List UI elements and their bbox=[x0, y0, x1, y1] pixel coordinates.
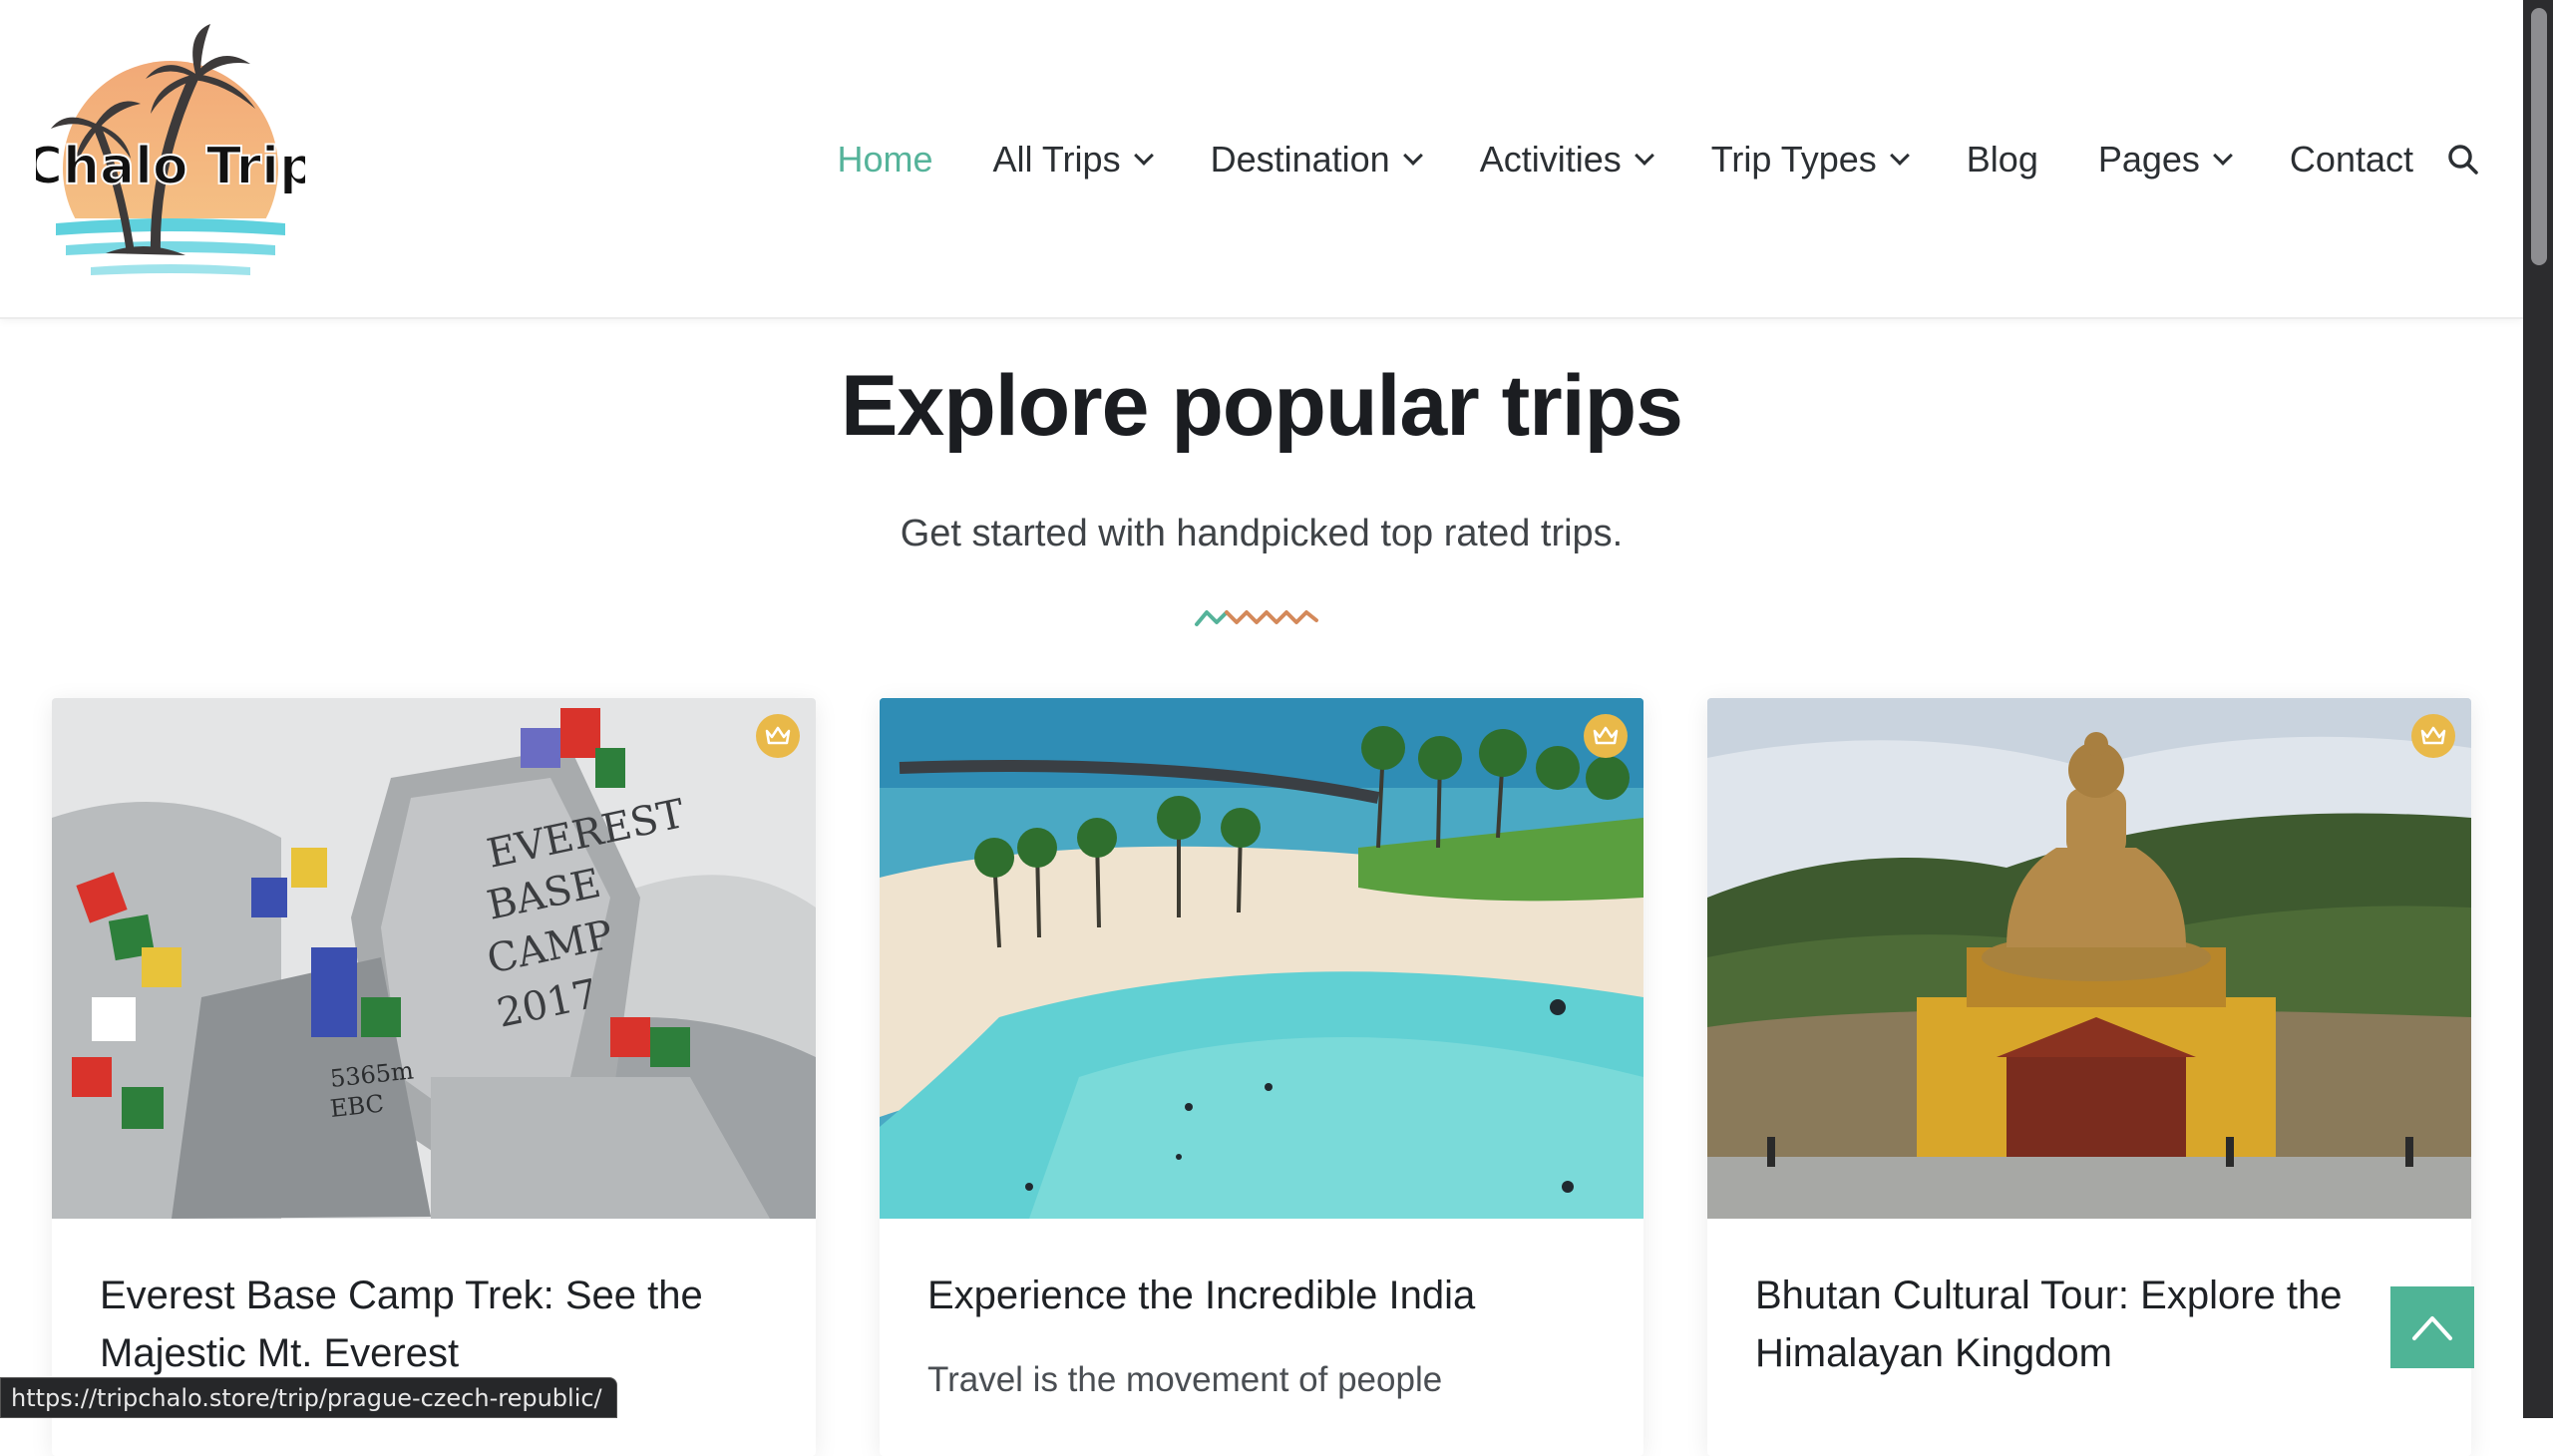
chevron-down-icon bbox=[1634, 146, 1654, 166]
svg-text:EBC: EBC bbox=[329, 1089, 386, 1122]
chevron-down-icon bbox=[2213, 146, 2233, 166]
crown-icon bbox=[1584, 714, 1628, 758]
trip-description: Travel is the movement of people bbox=[927, 1360, 1443, 1399]
trip-image-beach[interactable] bbox=[880, 698, 1643, 1219]
scrollbar[interactable] bbox=[2523, 0, 2553, 1418]
trip-card[interactable]: Experience the Incredible India Travel i… bbox=[880, 698, 1643, 1456]
chevron-down-icon bbox=[1133, 146, 1154, 166]
trip-card[interactable]: Bhutan Cultural Tour: Explore the Himala… bbox=[1707, 698, 2471, 1456]
search-icon[interactable] bbox=[2443, 140, 2483, 180]
nav-destination[interactable]: Destination bbox=[1210, 139, 1423, 181]
trip-title[interactable]: Experience the Incredible India bbox=[927, 1267, 1616, 1324]
crown-icon bbox=[756, 714, 800, 758]
trip-image-everest[interactable]: EVEREST BASE CAMP 2017 5365m EBC bbox=[52, 698, 816, 1219]
site-header: Chalo Trip Home All Trips Destination Ac… bbox=[0, 0, 2523, 319]
section-title: Explore popular trips bbox=[841, 358, 1683, 454]
nav-blog-label: Blog bbox=[1966, 139, 2038, 180]
nav-trip-types[interactable]: Trip Types bbox=[1710, 139, 1910, 181]
nav-all-trips[interactable]: All Trips bbox=[992, 139, 1154, 181]
nav-home-label: Home bbox=[837, 139, 933, 180]
nav-contact-label: Contact bbox=[2289, 139, 2413, 180]
trip-title[interactable]: Everest Base Camp Trek: See the Majestic… bbox=[100, 1267, 788, 1382]
squiggle-divider bbox=[1195, 610, 1318, 626]
site-logo[interactable]: Chalo Trip bbox=[24, 24, 317, 298]
crown-icon bbox=[2411, 714, 2455, 758]
back-to-top-button[interactable] bbox=[2390, 1286, 2474, 1368]
nav-activities-label: Activities bbox=[1479, 139, 1622, 180]
trip-image-bhutan[interactable] bbox=[1707, 698, 2471, 1219]
chevron-down-icon bbox=[1402, 146, 1423, 166]
chevron-down-icon bbox=[1889, 146, 1910, 166]
trip-card[interactable]: EVEREST BASE CAMP 2017 5365m EBC Everest… bbox=[52, 698, 816, 1456]
nav-home[interactable]: Home bbox=[838, 139, 933, 181]
trip-title[interactable]: Bhutan Cultural Tour: Explore the Himala… bbox=[1755, 1267, 2443, 1382]
nav-trip-types-label: Trip Types bbox=[1710, 139, 1877, 180]
svg-text:Chalo Trip: Chalo Trip bbox=[36, 137, 305, 196]
logo-graphic: Chalo Trip bbox=[24, 24, 317, 298]
nav-blog[interactable]: Blog bbox=[1967, 139, 2038, 181]
nav-activities[interactable]: Activities bbox=[1479, 139, 1654, 181]
nav-destination-label: Destination bbox=[1210, 139, 1390, 180]
scrollbar-thumb[interactable] bbox=[2531, 8, 2547, 265]
nav-pages-label: Pages bbox=[2097, 139, 2200, 180]
status-bar-url: https://tripchalo.store/trip/prague-czec… bbox=[0, 1377, 617, 1418]
nav-pages[interactable]: Pages bbox=[2097, 139, 2233, 181]
chevron-up-icon bbox=[2412, 1316, 2452, 1340]
main-nav: Home All Trips Destination Activities Tr… bbox=[838, 128, 2483, 191]
section-subtitle: Get started with handpicked top rated tr… bbox=[900, 513, 1624, 554]
nav-all-trips-label: All Trips bbox=[992, 139, 1121, 180]
nav-contact[interactable]: Contact bbox=[2290, 139, 2413, 181]
